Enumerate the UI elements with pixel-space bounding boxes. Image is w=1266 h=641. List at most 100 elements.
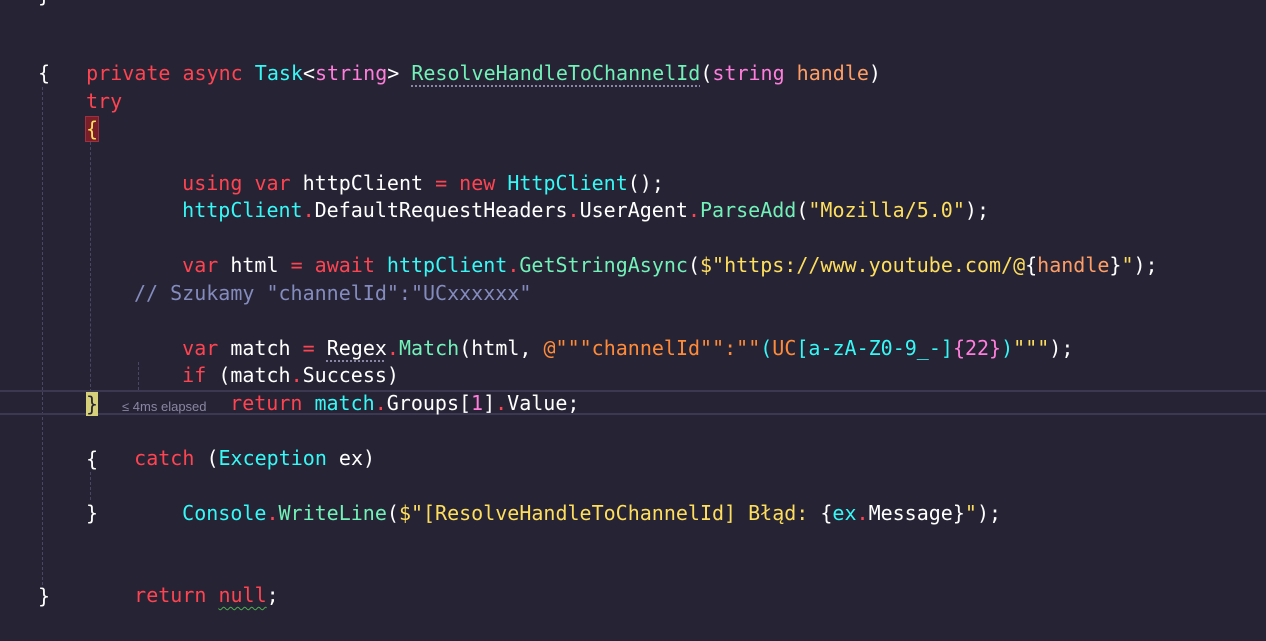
punct: ; (567, 391, 580, 415)
param-name: handle (796, 61, 869, 85)
punct: ( (206, 446, 219, 470)
punct: ( (796, 198, 809, 222)
string-literal: "Mozilla/5.0" (808, 198, 965, 222)
punct: ; (266, 583, 279, 607)
interp-brace: } (1109, 253, 1122, 277)
property: UserAgent (579, 198, 688, 222)
punct: . (495, 391, 508, 415)
interp-var: handle (1037, 253, 1110, 277)
method-name[interactable]: ResolveHandleToChannelId (411, 61, 700, 85)
comment: // Szukamy "channelId":"UCxxxxxx" (134, 281, 532, 305)
punct: . (266, 501, 279, 525)
brace-match: { (84, 116, 100, 142)
code-line-close-brace[interactable]: } (38, 583, 50, 610)
keyword-return: return (134, 583, 207, 607)
code-line-catch-open[interactable]: { (86, 446, 98, 473)
punct: . (687, 198, 700, 222)
code-line-catch-close[interactable]: } (86, 500, 98, 527)
string-literal: " (1121, 253, 1134, 277)
code-line-catch[interactable]: catch (Exception ex) (86, 418, 375, 470)
keyword-var: var (182, 253, 219, 277)
punct: ( (687, 253, 701, 277)
regex-group: ( (760, 336, 773, 360)
code-line-open-brace[interactable]: { (38, 60, 50, 87)
code-line-return-null[interactable]: return null; (86, 555, 279, 607)
punct: ) (868, 61, 881, 85)
variable: ex (338, 446, 363, 470)
punct: ] (483, 391, 496, 415)
code-line-match[interactable]: var match = Regex.Match(html, @"""channe… (134, 308, 1073, 360)
brace-match: } (86, 392, 99, 416)
punct: . (507, 253, 520, 277)
variable: html (471, 336, 520, 360)
method: Match (398, 336, 460, 360)
type: Console (182, 501, 267, 525)
interp-brace: } (952, 501, 965, 525)
code-line-console[interactable]: Console.WriteLine($"[ResolveHandleToChan… (134, 473, 1001, 525)
punct: > (387, 61, 400, 85)
keyword-async: async (182, 61, 243, 85)
punct: < (302, 61, 315, 85)
brace: } (38, 584, 51, 608)
brace: } (86, 501, 99, 525)
indent-guide (90, 142, 91, 392)
variable: httpClient (386, 253, 508, 277)
regex-class: [a-zA-Z0-9_-] (796, 336, 953, 360)
punct: ); (1133, 253, 1158, 277)
string-literal: $"https://www.youtube.com/@ (700, 253, 1026, 277)
code-line-try[interactable]: try (86, 88, 122, 115)
indent-guide (42, 87, 43, 585)
punct: . (856, 501, 869, 525)
punct: . (567, 198, 580, 222)
code-line-return-match[interactable]: return match.Groups[1].Value; (182, 363, 579, 415)
keyword-return: return (230, 391, 303, 415)
string-literal: " (964, 501, 977, 525)
code-line-comment[interactable]: // Szukamy "channelId":"UCxxxxxx" (134, 280, 531, 307)
interp-brace: { (1025, 253, 1038, 277)
code-line-useragent[interactable]: httpClient.DefaultRequestHeaders.UserAge… (134, 170, 989, 222)
punct: , (519, 336, 532, 360)
brace: { (86, 447, 99, 471)
method: GetStringAsync (519, 253, 688, 277)
property: Value (507, 391, 568, 415)
punct: ) (363, 446, 376, 470)
keyword-catch: catch (134, 446, 195, 470)
code-line-html[interactable]: var html = await httpClient.GetStringAsy… (134, 225, 1157, 277)
regex-quantifier: {22} (952, 336, 1002, 360)
punct: . (374, 391, 387, 415)
punct: . (302, 198, 315, 222)
interp-var: ex (832, 501, 857, 525)
brace: { (38, 61, 51, 85)
punct: ); (964, 198, 989, 222)
string-literal: @"""channelId"":"" (543, 336, 761, 360)
code-editor[interactable]: } private async Task<string> ResolveHand… (0, 0, 1266, 641)
property: DefaultRequestHeaders (314, 198, 568, 222)
truncated-line: } (38, 0, 50, 9)
string-literal: """ (1013, 336, 1050, 360)
code-line-using[interactable]: using var httpClient = new HttpClient(); (134, 143, 664, 195)
keyword-private: private (86, 61, 171, 85)
code-line-if[interactable]: if (match.Success) (134, 335, 399, 387)
method: WriteLine (278, 501, 387, 525)
punct: ( (459, 336, 472, 360)
code-line-try-close[interactable]: } ≤ 4ms elapsed (86, 391, 207, 418)
regex-group: ) (1001, 336, 1014, 360)
regex-literal: UC (772, 336, 797, 360)
keyword-null[interactable]: null (218, 583, 266, 607)
type: Exception (218, 446, 327, 470)
code-line-try-open[interactable]: { (84, 116, 100, 143)
string-literal: $"[ResolveHandleToChannelId] Błąd: (398, 501, 821, 525)
param-type: string (712, 61, 785, 85)
punct: ( (386, 501, 399, 525)
variable: match (314, 391, 375, 415)
punct: ); (976, 501, 1002, 525)
method: ParseAdd (699, 198, 797, 222)
interp-brace: { (820, 501, 833, 525)
property: Groups (386, 391, 459, 415)
code-line-signature[interactable]: private async Task<string> ResolveHandle… (38, 33, 881, 85)
type-string: string (315, 61, 388, 85)
keyword-try: try (86, 89, 123, 113)
operator: = (290, 253, 303, 277)
variable: html (230, 253, 279, 277)
number-literal: 1 (471, 391, 484, 415)
